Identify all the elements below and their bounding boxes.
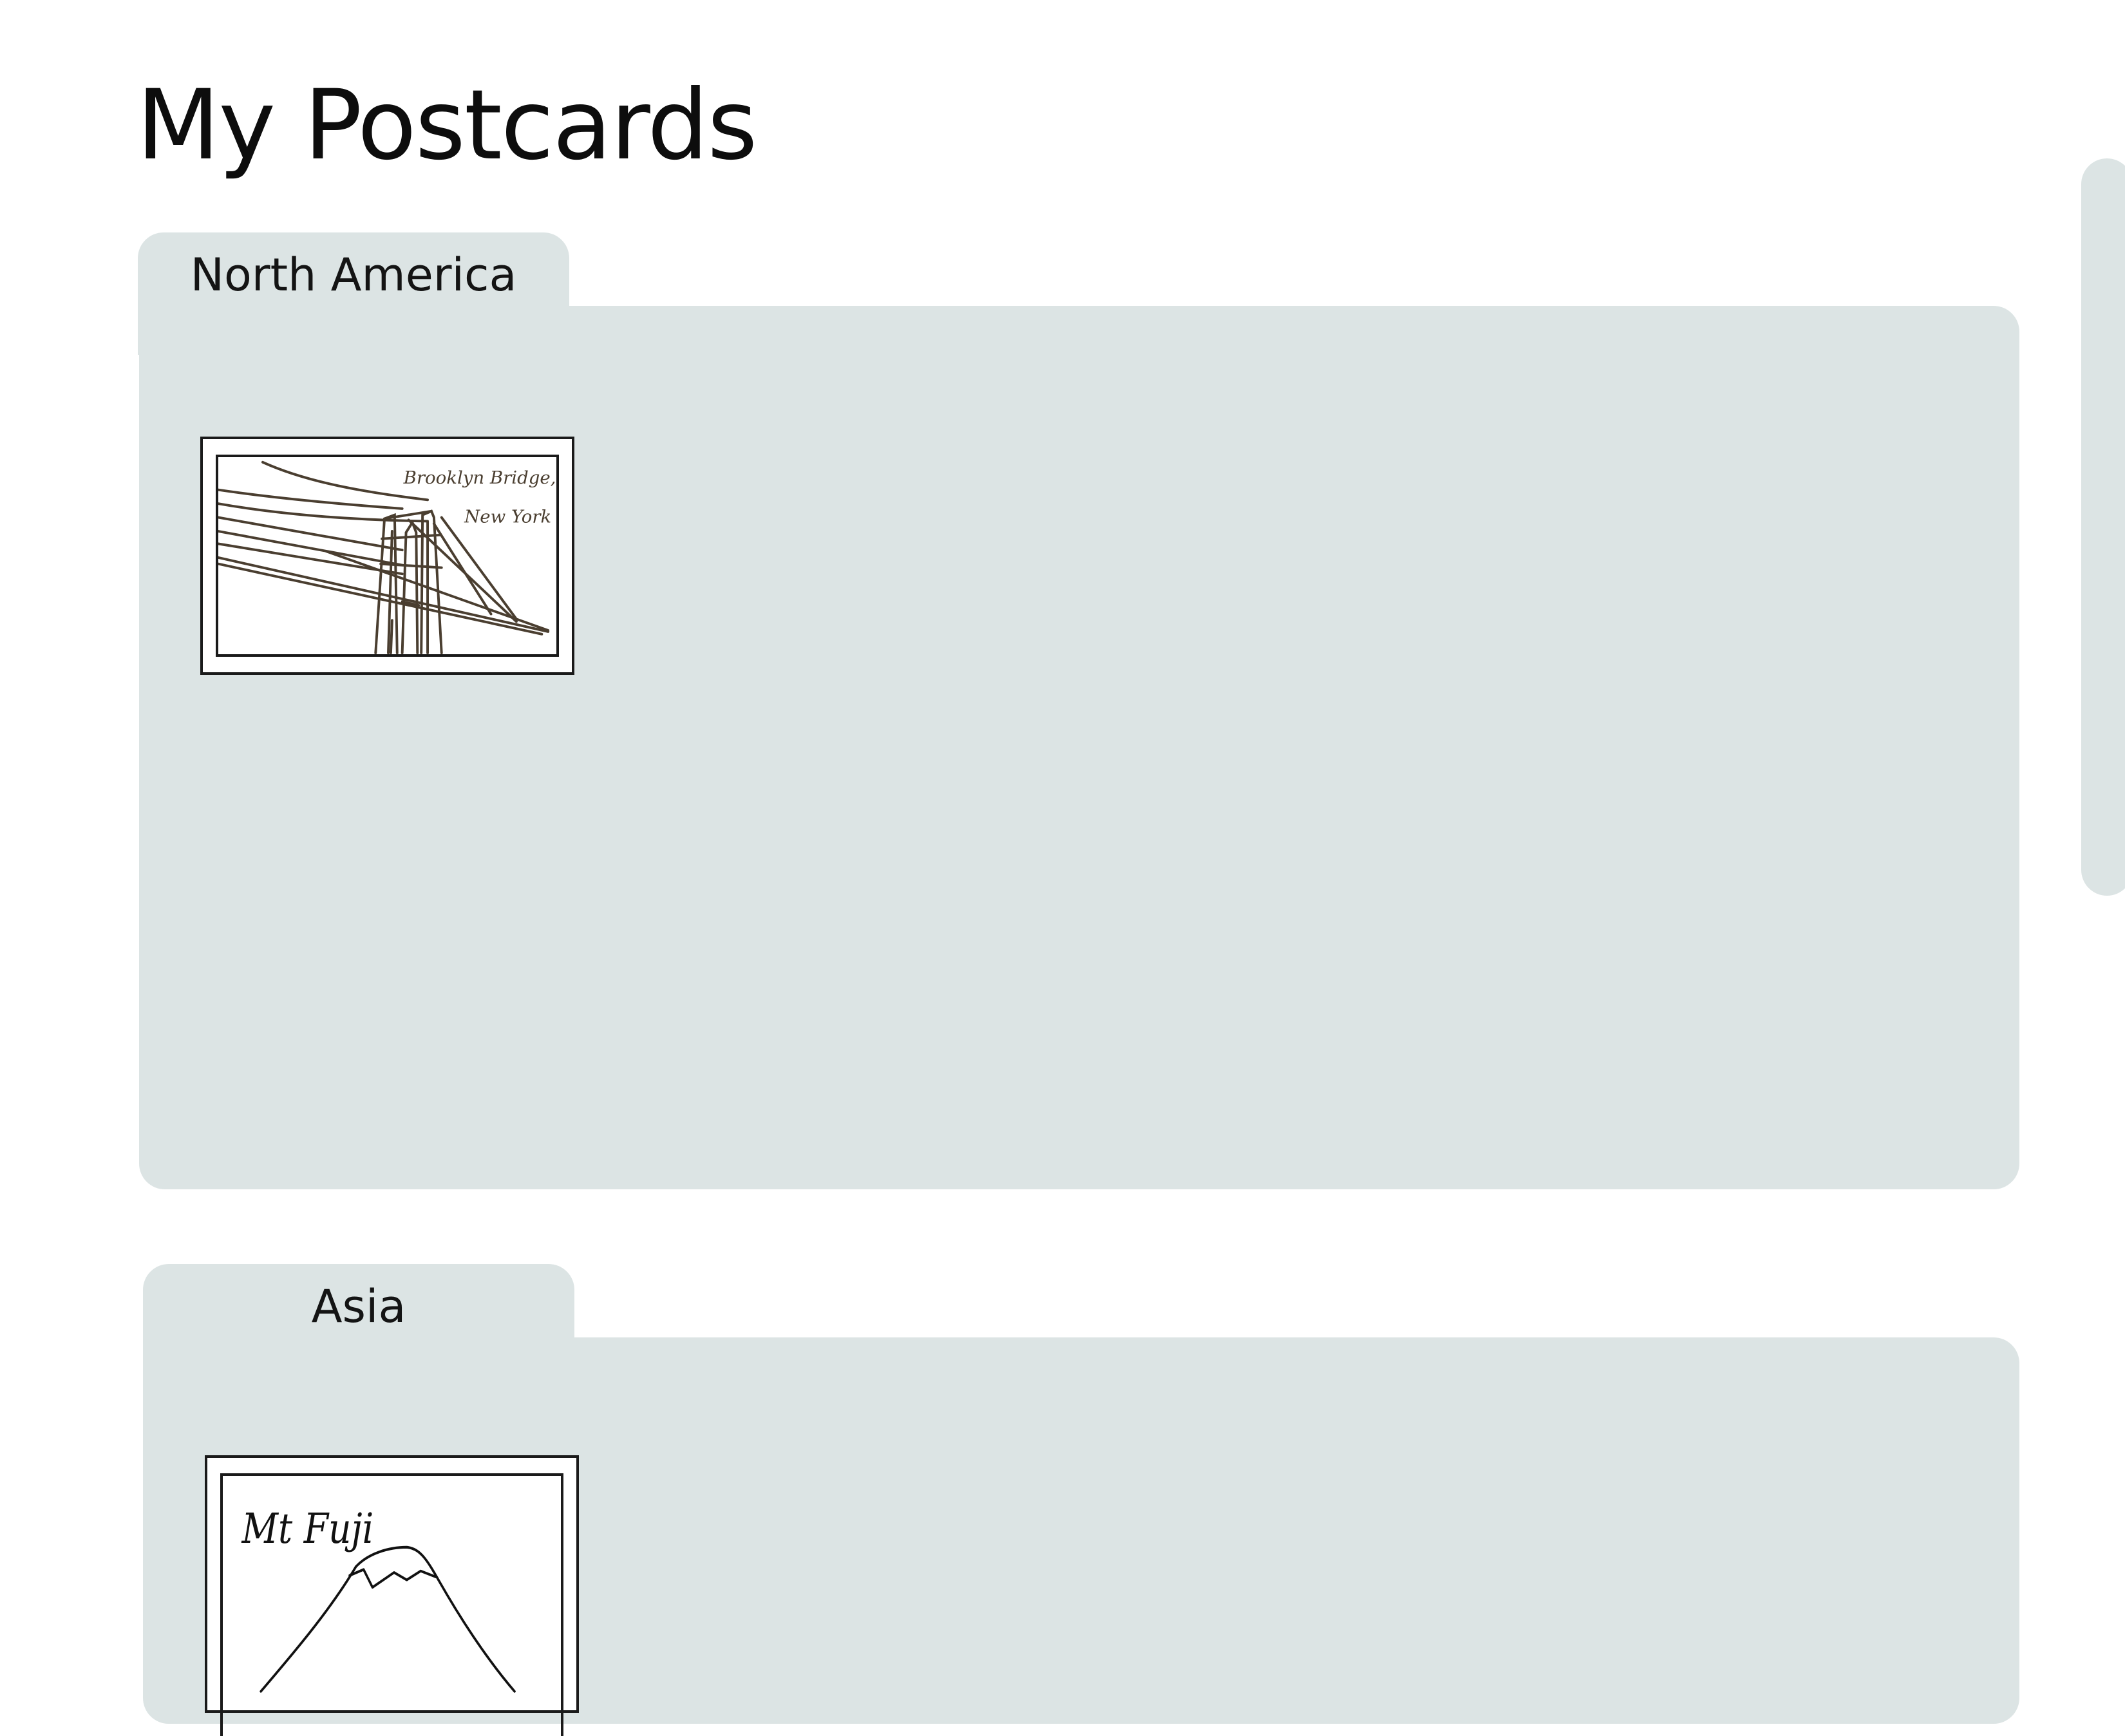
postcard-mt-fuji[interactable]: Mt Fuji: [205, 1455, 579, 1736]
postcard-frame: Mt Fuji: [220, 1473, 563, 1736]
postcard-frame: Brooklyn Bridge, New York: [216, 455, 559, 657]
postcard-caption-line2: New York: [464, 507, 551, 527]
postcard-caption-line1: Brooklyn Bridge,: [403, 468, 556, 488]
brooklyn-bridge-illustration: Brooklyn Bridge, New York: [218, 460, 556, 654]
vertical-scrollbar[interactable]: [2081, 158, 2125, 896]
folder-tab-label: Asia: [311, 1280, 406, 1333]
postcard-caption-line1: Mt Fuji: [241, 1505, 374, 1553]
mount-fuji-illustration: Mt Fuji: [241, 1505, 516, 1693]
page-title: My Postcards: [137, 70, 757, 182]
postcard-brooklyn-bridge[interactable]: Brooklyn Bridge, New York: [200, 437, 574, 675]
folder-tab-label: North America: [190, 249, 517, 301]
